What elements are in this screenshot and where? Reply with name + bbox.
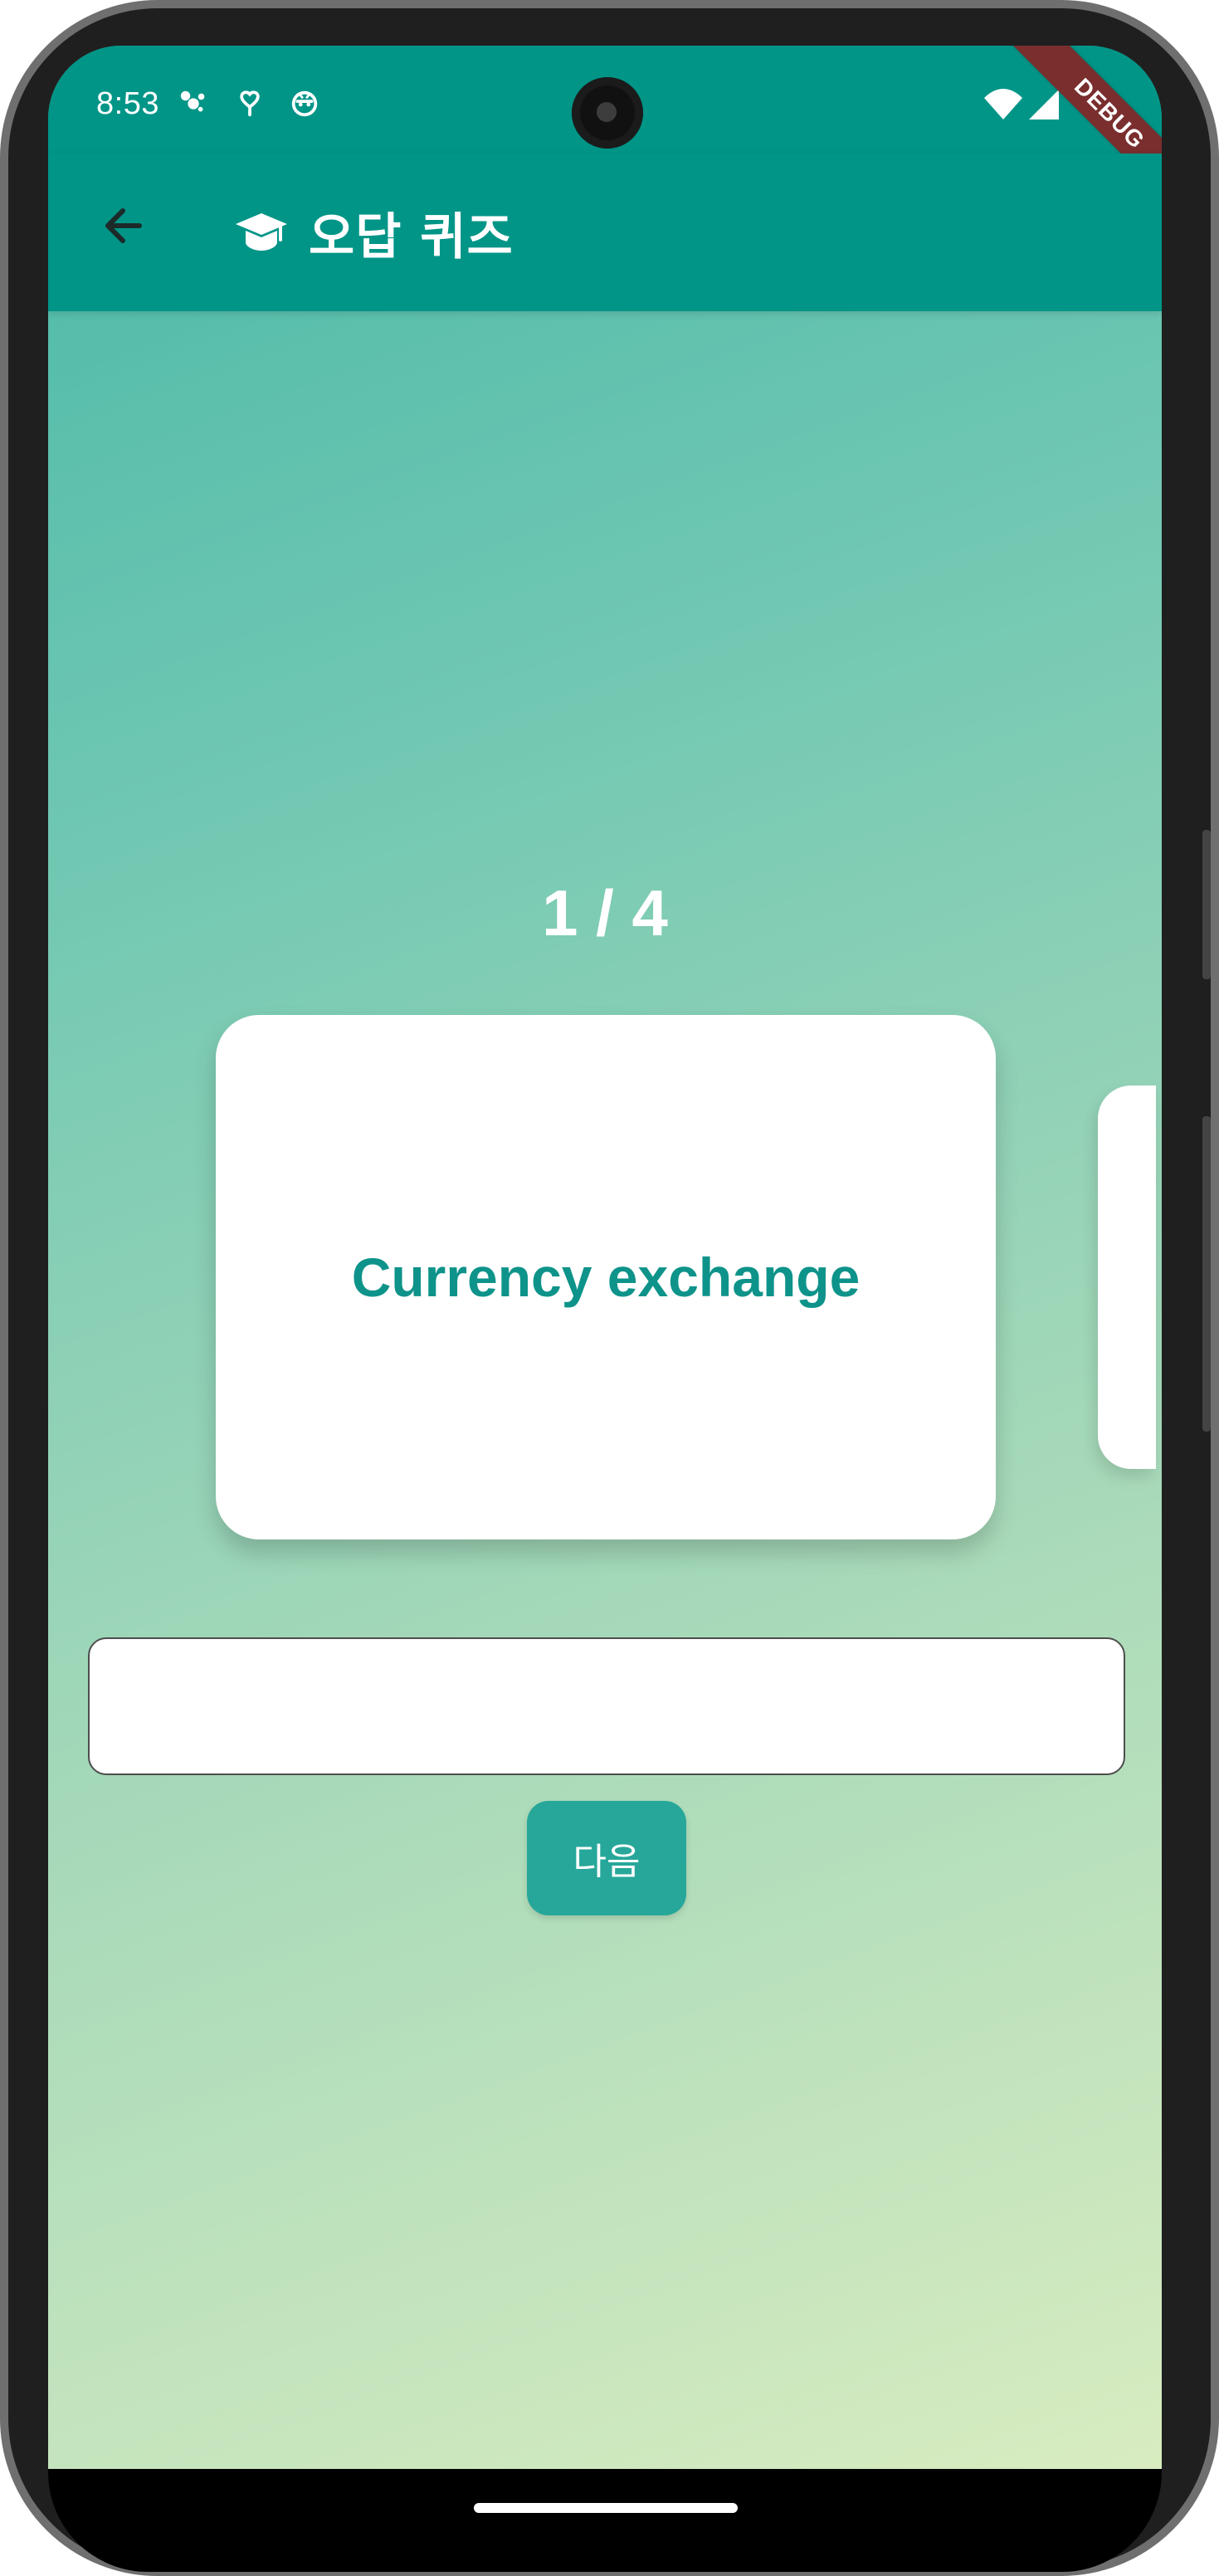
quiz-progress: 1 / 4 — [542, 876, 668, 949]
page-title-group: 오답 퀴즈 — [232, 191, 514, 274]
back-arrow-icon[interactable] — [88, 188, 163, 263]
home-indicator[interactable] — [474, 2503, 738, 2513]
app-screen: 8:53 DEBUG 오답 퀴즈 1 / 4 Currency exchange… — [48, 46, 1162, 2469]
app-bar: 오답 퀴즈 — [48, 154, 1162, 311]
front-camera — [572, 77, 643, 149]
wifi-icon — [984, 89, 1022, 120]
graduation-cap-icon — [236, 213, 287, 251]
flashcard[interactable]: Currency exchange — [216, 1015, 996, 1539]
cellular-icon — [1029, 90, 1059, 120]
status-bar: 8:53 DEBUG — [48, 46, 1162, 219]
answer-input[interactable] — [88, 1637, 1125, 1775]
power-button — [1202, 1116, 1211, 1432]
navigation-bar — [48, 2469, 1162, 2572]
flashcard-word: Currency exchange — [351, 1247, 861, 1308]
next-flashcard-preview[interactable] — [1098, 1086, 1156, 1469]
page-title: 오답 퀴즈 — [309, 207, 514, 266]
next-button[interactable]: 다음 — [527, 1801, 686, 1915]
heart-location-icon — [240, 90, 260, 117]
robot-face-icon — [291, 90, 318, 117]
assistant-dots-icon — [180, 90, 205, 112]
volume-button — [1202, 830, 1211, 979]
status-time: 8:53 — [96, 86, 159, 121]
